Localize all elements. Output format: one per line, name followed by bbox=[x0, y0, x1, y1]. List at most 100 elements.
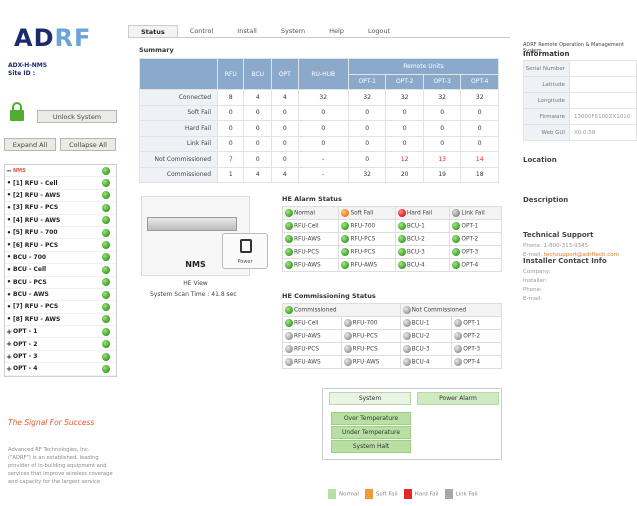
tree-expander-icon[interactable]: • bbox=[5, 266, 13, 274]
orange-dot-icon bbox=[341, 209, 350, 217]
tree-item-label[interactable]: OPT - 3 bbox=[13, 353, 102, 360]
tree-expander-icon[interactable]: − bbox=[5, 167, 13, 175]
status-cell[interactable]: RFU-Cell bbox=[281, 219, 340, 233]
status-cell[interactable]: RFU-AWS bbox=[340, 355, 401, 369]
tree-item-label[interactable]: [3] RFU - PCS bbox=[13, 204, 102, 211]
summary-cell: 4 bbox=[271, 166, 299, 183]
status-cell[interactable]: OPT-2 bbox=[449, 232, 502, 246]
tree-expander-icon[interactable]: • bbox=[5, 179, 13, 187]
tree-item-label[interactable]: [4] RFU - AWS bbox=[13, 217, 102, 224]
tree-expander-icon[interactable]: • bbox=[5, 278, 13, 286]
tree-item[interactable]: • BCU - PCS bbox=[5, 277, 116, 289]
tree-item-label[interactable]: [2] RFU - AWS bbox=[13, 192, 102, 199]
tree-item[interactable]: • BCU - AWS bbox=[5, 289, 116, 302]
tree-expander-icon[interactable]: + bbox=[5, 328, 13, 336]
tree-expander-icon[interactable]: • bbox=[5, 204, 13, 212]
summary-cell: 0 bbox=[460, 104, 499, 121]
tab-help[interactable]: Help bbox=[317, 25, 356, 37]
tree-item-label[interactable]: [8] RFU - AWS bbox=[13, 316, 102, 323]
tree-expander-icon[interactable]: • bbox=[5, 291, 13, 299]
status-dot-icon bbox=[397, 261, 406, 269]
tree-item-label[interactable]: [5] RFU - 700 bbox=[13, 229, 102, 236]
tree-item-label[interactable]: OPT - 1 bbox=[13, 328, 102, 335]
tree-item[interactable]: − NMS bbox=[5, 165, 116, 178]
tree-item[interactable]: + OPT - 1 bbox=[5, 326, 116, 339]
status-cell[interactable]: OPT-3 bbox=[451, 342, 502, 356]
tree-item-label[interactable]: BCU - PCS bbox=[13, 279, 102, 286]
tree-item[interactable]: • [7] RFU - PCS bbox=[5, 301, 116, 314]
tree-item[interactable]: • BCU - 700 bbox=[5, 252, 116, 265]
status-cell[interactable]: RFU-AWS bbox=[282, 329, 342, 343]
status-cell[interactable]: OPT-2 bbox=[451, 329, 502, 343]
tree-item[interactable]: + OPT - 4 bbox=[5, 363, 116, 376]
status-cell[interactable]: OPT-1 bbox=[449, 219, 502, 233]
tree-item[interactable]: • BCU - Cell bbox=[5, 264, 116, 277]
tree-item-label[interactable]: OPT - 4 bbox=[13, 365, 102, 372]
tree-expander-icon[interactable]: + bbox=[5, 353, 13, 361]
status-cell[interactable]: BCU-3 bbox=[394, 245, 451, 259]
tree-item-label[interactable]: NMS bbox=[13, 168, 102, 174]
status-cell[interactable]: BCU-4 bbox=[399, 355, 453, 369]
status-cell[interactable]: BCU-2 bbox=[394, 232, 451, 246]
status-cell[interactable]: RFU-PCS bbox=[338, 245, 396, 259]
status-cell[interactable]: RFU-AWS bbox=[281, 232, 340, 246]
status-cell[interactable]: OPT-1 bbox=[451, 316, 502, 330]
tree-expander-icon[interactable]: • bbox=[5, 216, 13, 224]
status-cell[interactable]: RFU-PCS bbox=[282, 342, 342, 356]
tree-item[interactable]: • [6] RFU - PCS bbox=[5, 239, 116, 252]
status-cell[interactable]: RFU-AWS bbox=[338, 258, 396, 272]
status-cell[interactable]: BCU-2 bbox=[399, 329, 453, 343]
status-cell[interactable]: RFU-PCS bbox=[340, 329, 401, 343]
power-button[interactable]: Power bbox=[222, 233, 268, 269]
status-cell[interactable]: RFU-Cell bbox=[282, 316, 342, 330]
tab-install[interactable]: Install bbox=[225, 25, 269, 37]
status-cell[interactable]: RFU-PCS bbox=[338, 232, 396, 246]
status-cell[interactable]: BCU-4 bbox=[394, 258, 451, 272]
status-cell[interactable]: RFU-700 bbox=[338, 219, 396, 233]
tree-expander-icon[interactable]: + bbox=[5, 340, 13, 348]
tree-item-label[interactable]: [7] RFU - PCS bbox=[13, 303, 102, 310]
tree-item-label[interactable]: BCU - 700 bbox=[13, 254, 102, 261]
tab-logout[interactable]: Logout bbox=[356, 25, 402, 37]
tree-item-label[interactable]: OPT - 2 bbox=[13, 341, 102, 348]
summary-cell: 0 bbox=[216, 135, 245, 152]
tree-item-label[interactable]: [6] RFU - PCS bbox=[13, 242, 102, 249]
tree-item[interactable]: • [4] RFU - AWS bbox=[5, 215, 116, 227]
tree-item[interactable]: • [2] RFU - AWS bbox=[5, 190, 116, 203]
tree-expander-icon[interactable]: • bbox=[5, 241, 13, 249]
tab-system[interactable]: System bbox=[269, 25, 317, 37]
tree-item-label[interactable]: BCU - Cell bbox=[13, 266, 102, 273]
tree-item[interactable]: • [5] RFU - 700 bbox=[5, 227, 116, 240]
status-cell[interactable]: RFU-PCS bbox=[281, 245, 340, 259]
tree-item-label[interactable]: BCU - AWS bbox=[13, 291, 102, 298]
tree-item[interactable]: • [3] RFU - PCS bbox=[5, 202, 116, 215]
power-alarm-header: Power Alarm bbox=[417, 392, 499, 405]
status-cell[interactable]: BCU-1 bbox=[399, 316, 453, 330]
tree-item-label[interactable]: [1] RFU - Cell bbox=[13, 180, 102, 187]
tab-status[interactable]: Status bbox=[128, 25, 178, 37]
tree-item[interactable]: + OPT - 3 bbox=[5, 351, 116, 364]
tree-item[interactable]: + OPT - 2 bbox=[5, 338, 116, 351]
tree-expander-icon[interactable]: • bbox=[5, 253, 13, 261]
summary-cell: 0 bbox=[243, 120, 273, 137]
tree-expander-icon[interactable]: • bbox=[5, 229, 13, 237]
status-cell[interactable]: RFU-AWS bbox=[282, 355, 342, 369]
tree-expander-icon[interactable]: • bbox=[5, 191, 13, 199]
status-cell[interactable]: RFU-AWS bbox=[281, 258, 340, 272]
status-cell[interactable]: BCU-3 bbox=[399, 342, 453, 356]
tab-control[interactable]: Control bbox=[178, 25, 226, 37]
expand-all-button[interactable]: Expand All bbox=[4, 138, 56, 151]
tree-expander-icon[interactable]: • bbox=[5, 315, 13, 323]
collapse-all-button[interactable]: Collapse All bbox=[60, 138, 116, 151]
unlock-system-button[interactable]: Unlock System bbox=[37, 110, 117, 123]
tree-item[interactable]: • [1] RFU - Cell bbox=[5, 177, 116, 190]
status-cell[interactable]: OPT-3 bbox=[449, 245, 502, 259]
status-cell[interactable]: OPT-4 bbox=[449, 258, 502, 272]
tree-expander-icon[interactable]: + bbox=[5, 365, 13, 373]
status-cell[interactable]: RFU-700 bbox=[340, 316, 401, 330]
tree-expander-icon[interactable]: • bbox=[5, 303, 13, 311]
status-cell[interactable]: OPT-4 bbox=[451, 355, 502, 369]
tree-item[interactable]: • [8] RFU - AWS bbox=[5, 314, 116, 327]
status-cell[interactable]: BCU-1 bbox=[394, 219, 451, 233]
status-cell[interactable]: RFU-PCS bbox=[340, 342, 401, 356]
